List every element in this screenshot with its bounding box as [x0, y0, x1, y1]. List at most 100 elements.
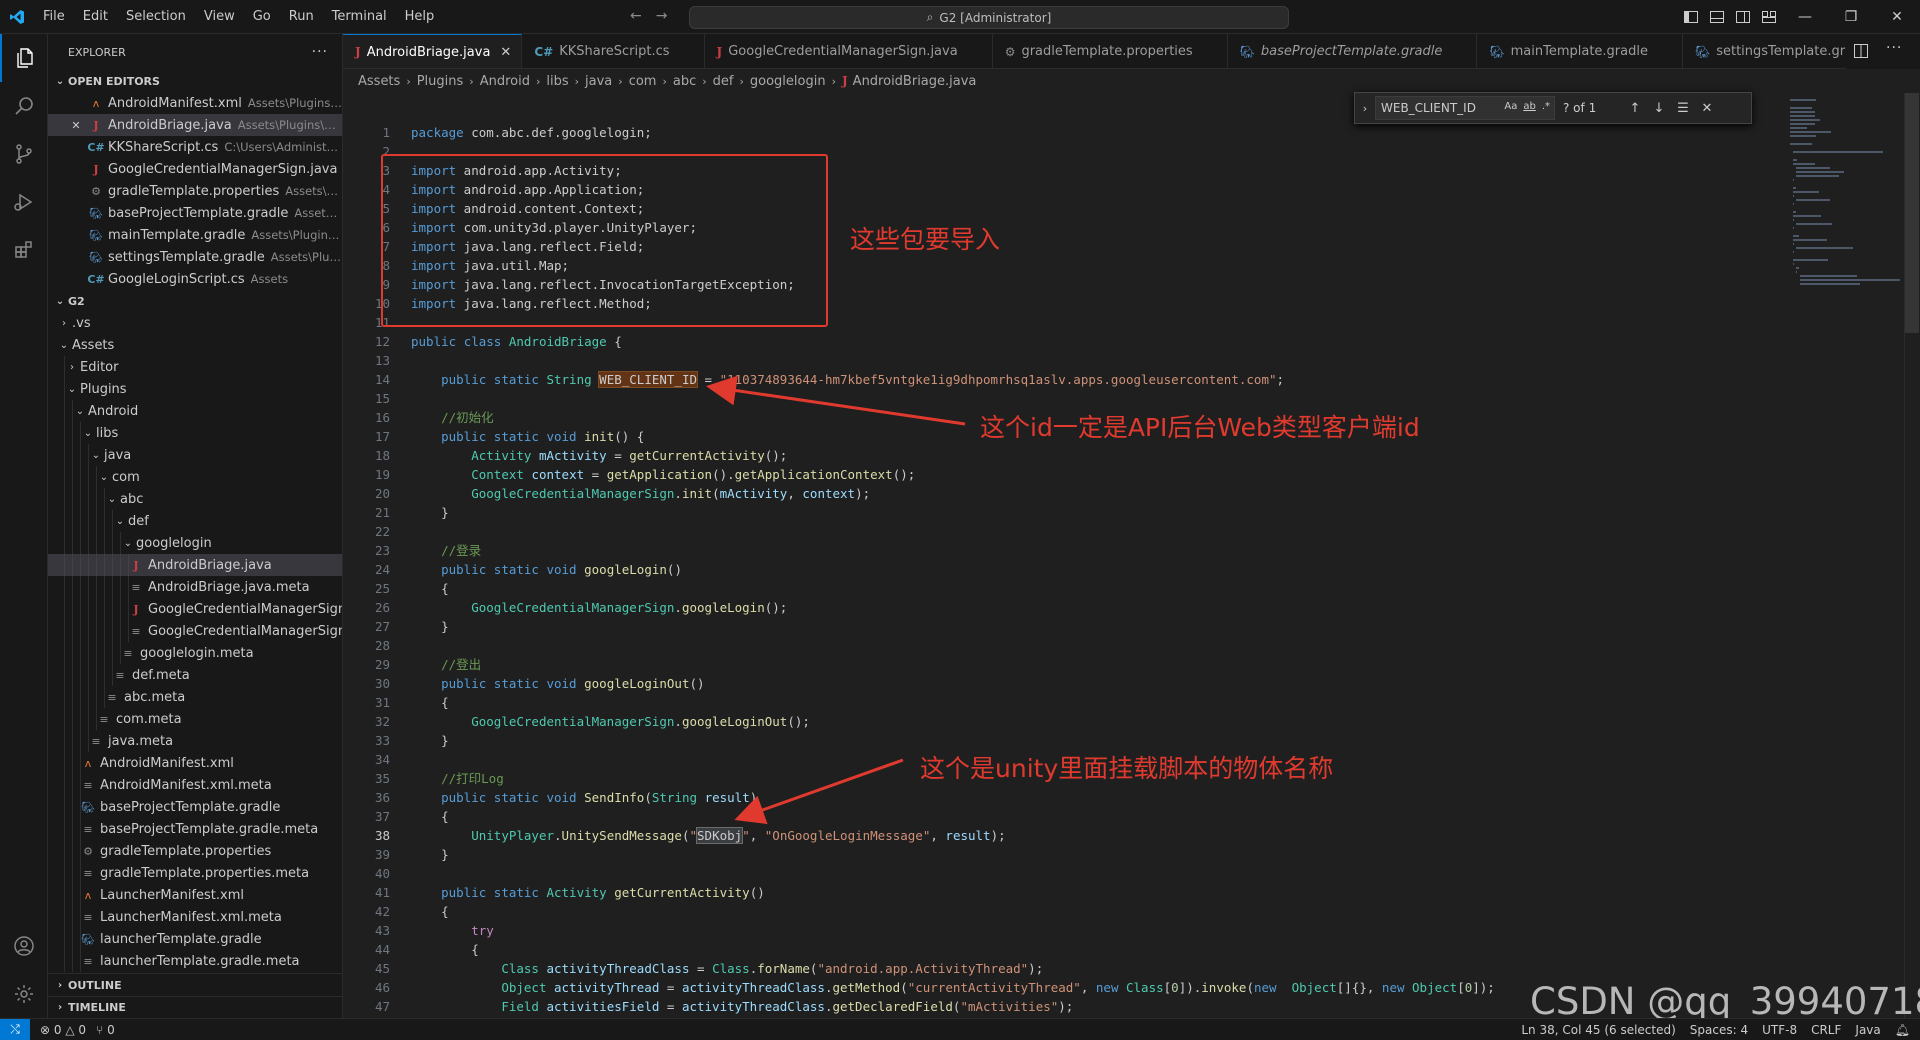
breadcrumb-item[interactable]: com [629, 74, 657, 89]
run-debug-icon[interactable] [0, 178, 48, 226]
close-window-icon[interactable]: ✕ [1874, 0, 1920, 34]
menu-item[interactable]: Edit [74, 0, 117, 34]
editor-tab[interactable]: J AndroidBriage.java ✕ [343, 34, 523, 68]
code-line[interactable]: { [411, 902, 1495, 921]
next-match-icon[interactable]: ↓ [1647, 101, 1671, 116]
open-editor-item[interactable]: 🐘︎ mainTemplate.gradle Assets\Plugins\An..… [48, 224, 342, 246]
editor-tab[interactable]: J GoogleCredentialManagerSign.java [705, 34, 993, 68]
editor-tab[interactable]: 🐘︎ baseProjectTemplate.gradle [1228, 34, 1478, 68]
menu-item[interactable]: Help [396, 0, 444, 34]
tree-file[interactable]: ≡ AndroidBriage.java.meta [48, 576, 342, 598]
back-arrow-icon[interactable]: ← [630, 8, 642, 24]
editor-tab[interactable]: ⚙ gradleTemplate.properties [993, 34, 1228, 68]
menu-item[interactable]: View [195, 0, 244, 34]
tree-file[interactable]: ≡ AndroidManifest.xml.meta [48, 774, 342, 796]
code-line[interactable]: public static void googleLoginOut() [411, 674, 1495, 693]
toggle-primary-sidebar-icon[interactable] [1678, 0, 1704, 34]
code-line[interactable]: { [411, 807, 1495, 826]
timeline-header[interactable]: › TIMELINE [48, 996, 342, 1018]
tree-file[interactable]: ≡ baseProjectTemplate.gradle.meta [48, 818, 342, 840]
tree-folder[interactable]: ⌄ def [48, 510, 342, 532]
code-line[interactable]: GoogleCredentialManagerSign.init(mActivi… [411, 484, 1495, 503]
toggle-panel-icon[interactable] [1704, 0, 1730, 34]
code-line[interactable]: { [411, 579, 1495, 598]
code-line[interactable]: GoogleCredentialManagerSign.googleLoginO… [411, 712, 1495, 731]
minimize-icon[interactable]: — [1782, 0, 1828, 34]
code-line[interactable]: } [411, 617, 1495, 636]
tree-file[interactable]: ≡ googlelogin.meta [48, 642, 342, 664]
restore-icon[interactable]: ❐ [1828, 0, 1874, 34]
editor-tab[interactable]: 🐘︎ mainTemplate.gradle [1477, 34, 1683, 68]
breadcrumb-item[interactable]: def [713, 74, 734, 89]
code-line[interactable]: Activity mActivity = getCurrentActivity(… [411, 446, 1495, 465]
find-in-selection-icon[interactable]: ☰ [1671, 101, 1695, 116]
code-line[interactable]: } [411, 503, 1495, 522]
source-control-icon[interactable] [0, 130, 48, 178]
tree-file[interactable]: ≡ def.meta [48, 664, 342, 686]
tree-folder[interactable]: ⌄ com [48, 466, 342, 488]
code-line[interactable]: //登出 [411, 655, 1495, 674]
ports-indicator[interactable]: ⑂ 0 [96, 1023, 115, 1037]
code-line[interactable]: Class activityThreadClass = Class.forNam… [411, 959, 1495, 978]
code-line[interactable]: Object activityThread = activityThreadCl… [411, 978, 1495, 997]
tree-file[interactable]: J AndroidBriage.java [48, 554, 342, 576]
open-editors-header[interactable]: ⌄ OPEN EDITORS [48, 70, 342, 92]
tree-file[interactable]: ʌ AndroidManifest.xml [48, 752, 342, 774]
tree-folder[interactable]: › Editor [48, 356, 342, 378]
forward-arrow-icon[interactable]: → [656, 8, 668, 24]
accounts-icon[interactable] [0, 922, 48, 970]
match-whole-word-icon[interactable]: ab [1523, 101, 1535, 112]
open-editor-item[interactable]: C# GoogleLoginScript.cs Assets [48, 268, 342, 290]
command-center[interactable]: ⌕ G2 [Administrator] [689, 6, 1289, 29]
tab-more-actions-icon[interactable]: ··· [1886, 40, 1902, 56]
code-line[interactable]: public static Activity getCurrentActivit… [411, 883, 1495, 902]
open-editor-item[interactable]: ⚙ gradleTemplate.properties Assets\Plugi..… [48, 180, 342, 202]
open-editor-item[interactable]: ʌ AndroidManifest.xml Assets\Plugins\An... [48, 92, 342, 114]
code-line[interactable]: Context context = getApplication().getAp… [411, 465, 1495, 484]
use-regex-icon[interactable]: .* [1542, 101, 1550, 112]
menu-item[interactable]: Run [280, 0, 323, 34]
code-line[interactable]: //登录 [411, 541, 1495, 560]
tree-file[interactable]: ≡ launcherTemplate.gradle.meta [48, 950, 342, 972]
tree-file[interactable]: ≡ gradleTemplate.properties.meta [48, 862, 342, 884]
tree-folder[interactable]: ⌄ abc [48, 488, 342, 510]
split-editor-icon[interactable] [1854, 44, 1868, 62]
more-actions-icon[interactable]: ··· [312, 44, 328, 60]
close-icon[interactable]: ✕ [68, 119, 84, 132]
explorer-icon[interactable] [0, 34, 48, 82]
menu-item[interactable]: File [34, 0, 74, 34]
code-line[interactable] [411, 522, 1495, 541]
breadcrumb-item[interactable]: libs [546, 74, 568, 89]
toggle-secondary-sidebar-icon[interactable] [1730, 0, 1756, 34]
end-of-line[interactable]: CRLF [1811, 1023, 1841, 1037]
code-line[interactable]: public static void googleLogin() [411, 560, 1495, 579]
tree-file[interactable]: J GoogleCredentialManagerSign.... [48, 598, 342, 620]
breadcrumb-item[interactable]: googlelogin [750, 74, 826, 89]
code-line[interactable]: } [411, 845, 1495, 864]
tree-file[interactable]: ≡ com.meta [48, 708, 342, 730]
tree-folder[interactable]: ⌄ libs [48, 422, 342, 444]
open-editor-item[interactable]: 🐘︎ settingsTemplate.gradle Assets\Plugins\… [48, 246, 342, 268]
close-find-icon[interactable]: ✕ [1695, 101, 1719, 116]
tree-file[interactable]: 🐘︎ launcherTemplate.gradle [48, 928, 342, 950]
code-line[interactable] [411, 351, 1495, 370]
code-line[interactable]: UnityPlayer.UnitySendMessage("SDKobj", "… [411, 826, 1495, 845]
code-line[interactable]: { [411, 693, 1495, 712]
minimap[interactable] [1790, 93, 1900, 333]
previous-match-icon[interactable]: ↑ [1623, 101, 1647, 116]
tree-file[interactable]: ≡ LauncherManifest.xml.meta [48, 906, 342, 928]
match-case-icon[interactable]: Aa [1504, 101, 1517, 112]
remote-indicator-icon[interactable]: ⤭ [0, 1018, 30, 1040]
code-line[interactable] [411, 389, 1495, 408]
encoding[interactable]: UTF-8 [1762, 1023, 1797, 1037]
tree-folder[interactable]: ⌄ java [48, 444, 342, 466]
code-line[interactable]: { [411, 940, 1495, 959]
code-line[interactable]: try [411, 921, 1495, 940]
code-line[interactable] [411, 636, 1495, 655]
open-editor-item[interactable]: C#KKShareScript.cs C:\Users\Administrator… [48, 136, 342, 158]
breadcrumb-item[interactable]: abc [673, 74, 696, 89]
tree-file[interactable]: ≡ java.meta [48, 730, 342, 752]
editor-tab[interactable]: C# KKShareScript.cs [522, 34, 705, 68]
code-line[interactable]: public class AndroidBriage { [411, 332, 1495, 351]
breadcrumb-item[interactable]: java [585, 74, 612, 89]
